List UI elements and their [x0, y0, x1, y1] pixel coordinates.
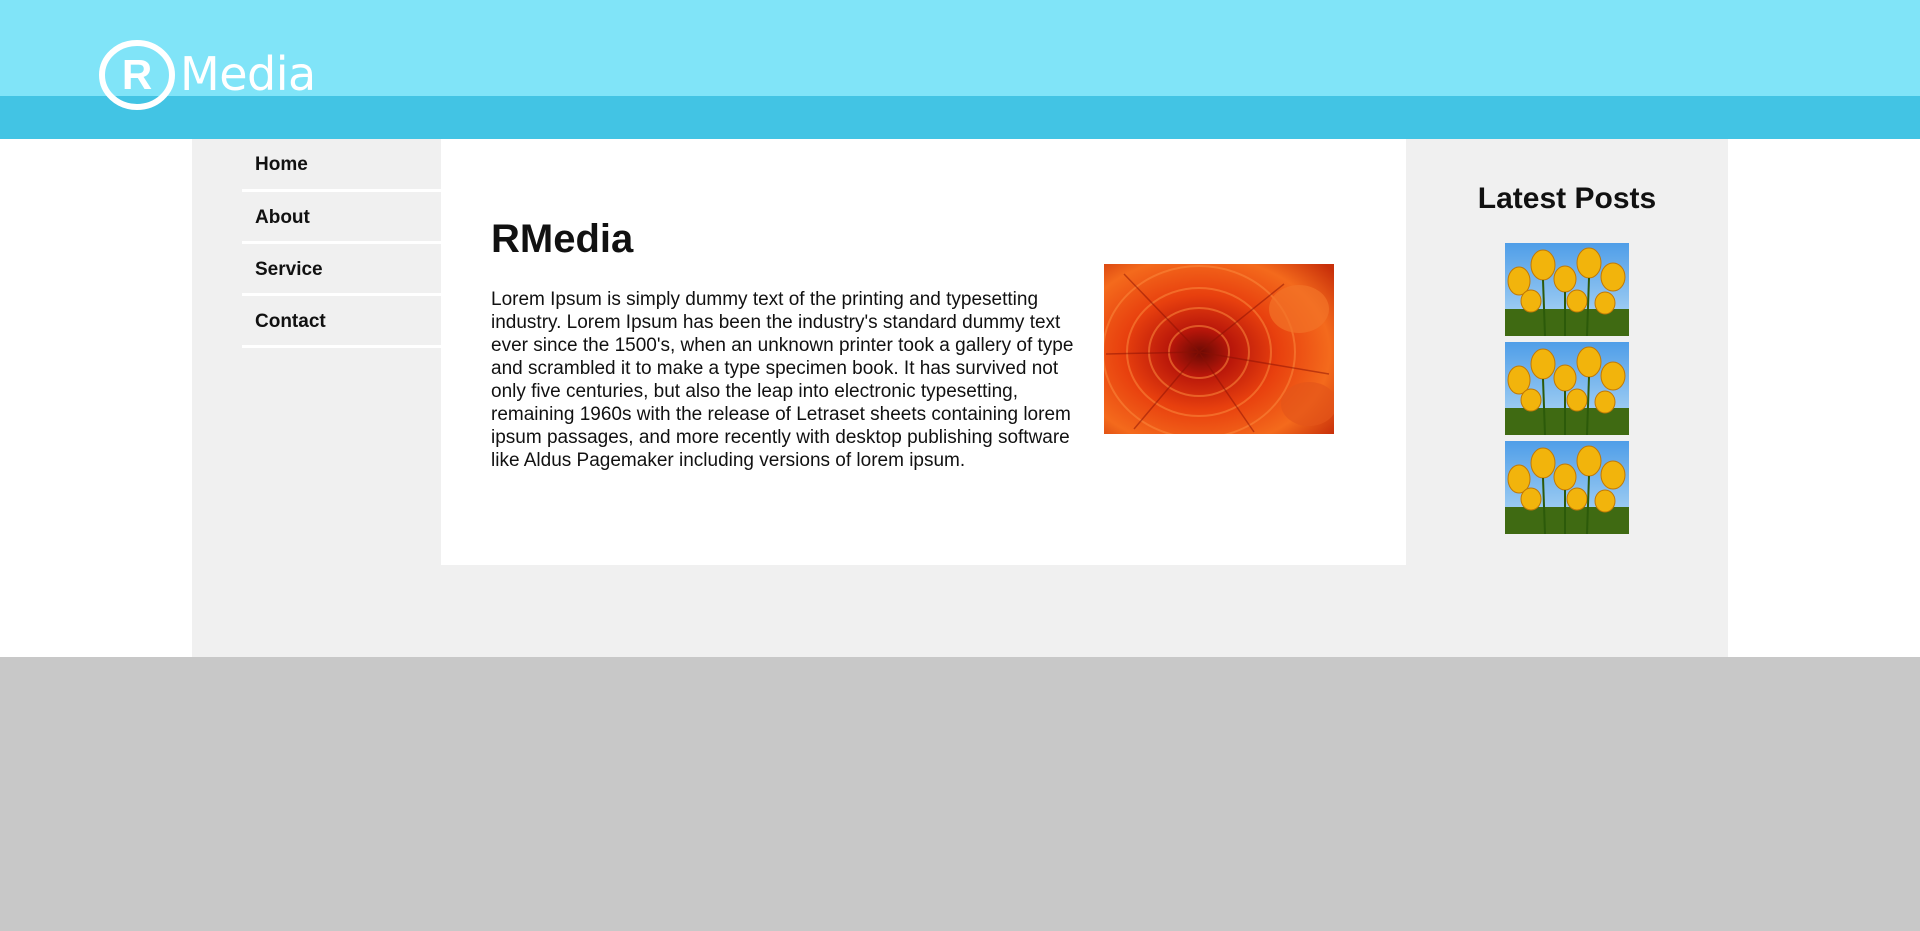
- post-thumbnail[interactable]: [1505, 243, 1629, 336]
- registered-logo-icon: R: [99, 40, 175, 110]
- main-content: RMedia Lorem Ipsum is simply dummy text …: [441, 139, 1406, 565]
- site-header: R Media: [0, 0, 1920, 139]
- page-title: RMedia: [491, 217, 634, 261]
- intro-paragraph: Lorem Ipsum is simply dummy text of the …: [491, 289, 1074, 471]
- post-thumbnail[interactable]: [1505, 342, 1629, 435]
- site-logo[interactable]: R Media: [98, 40, 316, 110]
- nav-item-home[interactable]: Home: [242, 140, 441, 192]
- svg-text:R: R: [122, 51, 152, 98]
- nav-item-about[interactable]: About: [242, 192, 441, 244]
- nav-item-service[interactable]: Service: [242, 244, 441, 296]
- chrysanthemum-image: [1104, 264, 1334, 434]
- latest-posts-title: Latest Posts: [1477, 182, 1657, 215]
- post-thumbnail[interactable]: [1505, 441, 1629, 534]
- nav-item-contact[interactable]: Contact: [242, 296, 441, 348]
- site-footer: [0, 657, 1920, 931]
- logo-text: Media: [180, 47, 316, 101]
- side-nav: Home About Service Contact: [242, 150, 441, 348]
